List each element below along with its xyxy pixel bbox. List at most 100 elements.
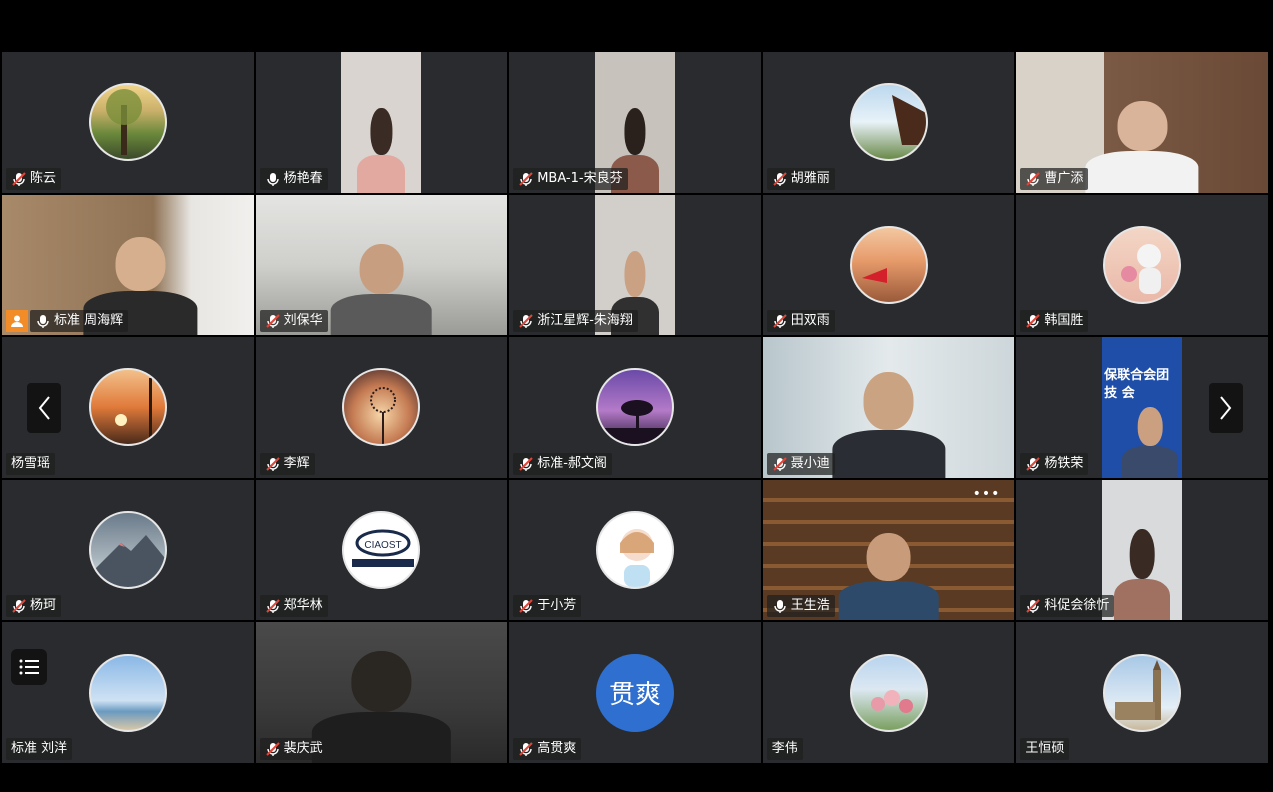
participant-list-button[interactable] [11,649,47,685]
participant-name: 曹广添 [1044,170,1084,186]
participant-label: 杨珂 [6,595,62,618]
participant-label: 陈云 [6,167,62,190]
participant-tile[interactable]: 浙江星辉-朱海翔 [509,194,761,336]
participant-label: 杨铁荣 [1020,452,1089,475]
participant-tile[interactable]: 李伟 [762,622,1015,763]
participant-label: 曹广添 [1020,167,1089,190]
participant-tile[interactable]: 贯爽 高贯爽 [509,622,761,763]
prev-page-button[interactable] [27,383,61,433]
more-options-icon[interactable]: ••• [973,486,1001,502]
svg-text:CIAOST: CIAOST [365,540,402,551]
participant-tile[interactable]: 杨珂 [2,479,254,621]
mic-icon [774,600,786,614]
participant-tile[interactable]: 裴庆武 [255,622,508,763]
big-ben-icon [1103,653,1182,732]
participant-name: 刘保华 [283,313,323,329]
participant-tile[interactable]: CIAOST 郑华林 [255,479,508,621]
mic-muted-icon [1026,171,1041,186]
participant-tile[interactable]: 王恒硕 [1016,622,1268,763]
participant-video: 保联合会团 技 会 [1102,337,1183,478]
mic-muted-icon [773,314,787,329]
participant-label: 于小芳 [513,595,582,618]
mic-muted-icon [1026,599,1041,614]
mic-muted-icon [519,314,533,329]
chevron-left-icon [38,396,50,420]
participant-name: 郑华林 [283,598,323,614]
temple-roof-icon [849,83,928,162]
dandelion-icon [342,368,421,447]
mic-muted-icon [12,171,26,186]
participant-name: 杨艳春 [283,170,323,186]
mic-muted-icon [265,457,280,471]
beach-sky-icon [88,653,167,732]
participant-tile[interactable]: 标准 刘洋 [2,622,254,763]
participant-label: 标准-郝文阁 [513,452,612,475]
host-icon [6,310,28,333]
participant-label: 胡雅丽 [766,167,835,190]
participant-label: 王恒硕 [1020,737,1070,760]
mic-muted-icon [773,171,787,186]
participant-name: 于小芳 [537,598,577,614]
participant-label: 刘保华 [259,310,328,333]
participant-name: 韩国胜 [1044,313,1084,329]
screen-banner: 保联合会团 技 会 [1104,368,1170,402]
list-icon [19,659,39,675]
sunset-pole-icon [88,368,167,447]
participant-label: 李伟 [766,737,803,760]
participant-label: 裴庆武 [259,737,328,760]
participant-tile[interactable]: 胡雅丽 [762,52,1015,193]
text-avatar: 贯爽 [595,653,674,732]
participant-tile[interactable]: 聂小迪 [762,337,1015,478]
participant-grid: 陈云 杨艳春 MBA-1-宋良芬 胡雅丽 曹广添 标准 周海辉 刘保华 浙江星辉… [2,52,1270,765]
participant-tile[interactable]: 科促会徐忻 [1016,479,1268,621]
next-page-button[interactable] [1209,383,1243,433]
participant-tile[interactable]: MBA-1-宋良芬 [509,52,761,193]
participant-tile[interactable]: 韩国胜 [1016,194,1268,336]
chevron-right-icon [1220,396,1232,420]
participant-name: 王恒硕 [1025,740,1065,756]
participant-name: 杨珂 [30,598,57,614]
participant-label: 标准 刘洋 [6,737,73,760]
participant-tile[interactable]: 田双雨 [762,194,1015,336]
participant-label: 高贯爽 [513,737,582,760]
participant-tile[interactable]: 曹广添 [1016,52,1268,193]
participant-video [341,52,422,193]
mic-muted-icon [519,171,533,186]
participant-name: 胡雅丽 [790,170,830,186]
tree-landscape-icon [88,83,167,162]
participant-name: 杨铁荣 [1044,455,1084,471]
mic-muted-icon [519,742,533,756]
participant-name: 陈云 [30,170,57,186]
participant-name: 高贯爽 [537,740,577,756]
roses-icon [849,653,928,732]
sunset-flag-icon [849,225,928,304]
participant-name: 田双雨 [790,313,830,329]
participant-name: 科促会徐忻 [1044,598,1110,614]
participant-label: 李辉 [259,452,315,475]
participant-name: 聂小迪 [790,455,830,471]
ciaost-logo-icon: CIAOST [342,511,421,590]
mountain-peak-icon [88,511,167,590]
participant-tile[interactable]: 刘保华 [255,194,508,336]
participant-tile[interactable]: ••• 王生浩 [762,479,1015,621]
participant-label: 浙江星辉-朱海翔 [513,310,638,333]
participant-label: MBA-1-宋良芬 [513,167,628,190]
participant-tile[interactable]: 陈云 [2,52,254,193]
participant-name: 标准-郝文阁 [537,455,607,471]
mic-muted-icon [265,599,280,614]
participant-name: 杨雪瑶 [11,455,51,471]
mic-muted-icon [265,314,280,329]
participant-tile[interactable]: 李辉 [255,337,508,478]
participant-tile[interactable]: 杨艳春 [255,52,508,193]
participant-label: 科促会徐忻 [1020,595,1115,618]
participant-tile[interactable]: 于小芳 [509,479,761,621]
participant-label: 韩国胜 [1020,310,1089,333]
participant-label: 标准 周海辉 [30,310,129,333]
astronaut-icon [1103,225,1182,304]
participant-label: 聂小迪 [766,452,835,475]
participant-name: 李辉 [283,455,310,471]
participant-tile[interactable]: 标准-郝文阁 [509,337,761,478]
participant-name: 李伟 [771,740,798,756]
mic-muted-icon [1026,457,1041,471]
participant-tile-active-speaker[interactable]: 标准 周海辉 [2,194,254,336]
